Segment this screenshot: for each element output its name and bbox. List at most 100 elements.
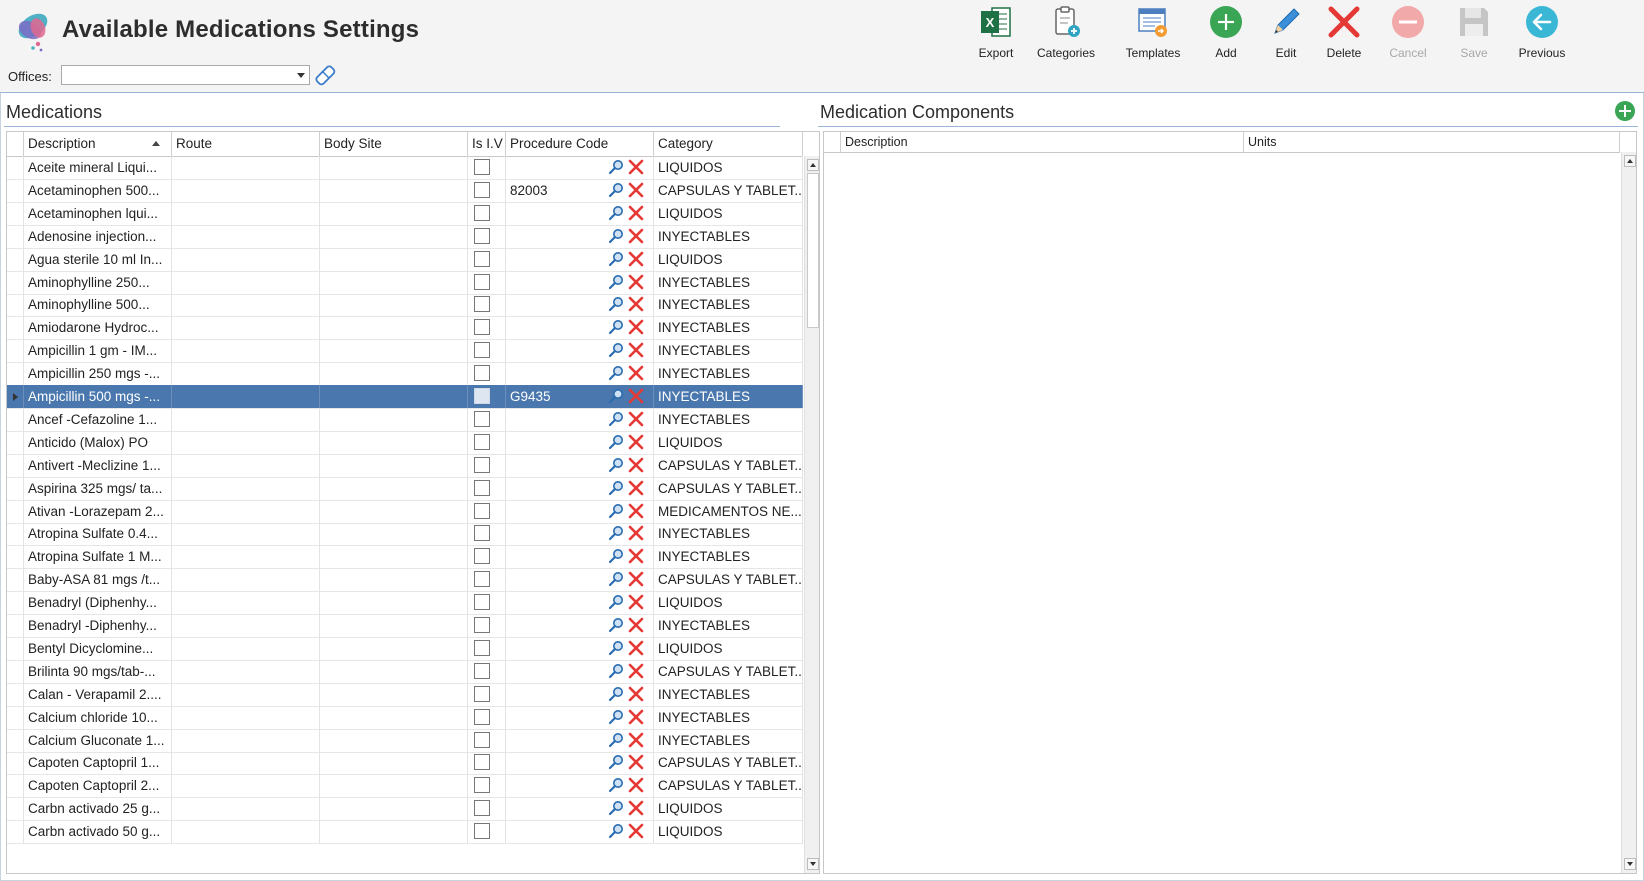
cell-procedure-code[interactable] (506, 682, 654, 706)
search-procedure-icon[interactable] (608, 182, 624, 198)
cell-description[interactable]: Calcium Gluconate 1... (24, 728, 172, 752)
cell-procedure-code[interactable]: 82003 (506, 178, 654, 202)
search-procedure-icon[interactable] (608, 640, 624, 656)
is-iv-checkbox[interactable] (474, 754, 490, 771)
search-procedure-icon[interactable] (608, 342, 624, 358)
clear-procedure-icon[interactable] (628, 296, 644, 312)
medications-scrollbar[interactable] (804, 156, 819, 873)
cell-route[interactable] (172, 156, 320, 179)
table-row[interactable]: Acetaminophen lqui... LIQUIDOS (7, 201, 803, 226)
components-scroll-down-button[interactable] (1624, 858, 1636, 870)
cell-route[interactable] (172, 568, 320, 592)
row-indicator[interactable] (7, 545, 24, 569)
cell-description[interactable]: Ampicillin 1 gm - IM... (24, 339, 172, 363)
cell-body-site[interactable] (320, 751, 468, 775)
cell-route[interactable] (172, 201, 320, 225)
row-indicator[interactable] (7, 339, 24, 363)
cell-body-site[interactable] (320, 430, 468, 454)
cell-route[interactable] (172, 224, 320, 248)
components-scroll-up-button[interactable] (1624, 155, 1636, 167)
cell-procedure-code[interactable] (506, 659, 654, 683)
cell-body-site[interactable] (320, 820, 468, 844)
cell-description[interactable]: Ampicillin 500 mgs -... (24, 385, 172, 408)
cell-description[interactable]: Agua sterile 10 ml In... (24, 247, 172, 271)
cell-category[interactable]: CAPSULAS Y TABLET... (654, 659, 803, 683)
row-indicator[interactable] (7, 201, 24, 225)
clear-procedure-icon[interactable] (628, 228, 644, 244)
cell-body-site[interactable] (320, 636, 468, 660)
search-procedure-icon[interactable] (608, 777, 624, 793)
cell-description[interactable]: Amiodarone Hydroc... (24, 316, 172, 340)
cell-description[interactable]: Adenosine injection... (24, 224, 172, 248)
clear-procedure-icon[interactable] (628, 754, 644, 770)
cell-category[interactable]: INYECTABLES (654, 728, 803, 752)
cell-procedure-code[interactable] (506, 156, 654, 179)
row-indicator[interactable] (7, 476, 24, 500)
cell-route[interactable] (172, 751, 320, 775)
cell-category[interactable]: INYECTABLES (654, 293, 803, 317)
clear-procedure-icon[interactable] (628, 434, 644, 450)
cell-description[interactable]: Capoten Captopril 1... (24, 751, 172, 775)
cell-procedure-code[interactable] (506, 568, 654, 592)
cell-description[interactable]: Acetaminophen lqui... (24, 201, 172, 225)
scroll-up-button[interactable] (807, 159, 819, 171)
cell-body-site[interactable] (320, 499, 468, 523)
cell-route[interactable] (172, 591, 320, 615)
cell-procedure-code[interactable] (506, 453, 654, 477)
cell-category[interactable]: INYECTABLES (654, 614, 803, 637)
eraser-icon[interactable] (312, 62, 338, 88)
is-iv-checkbox[interactable] (474, 433, 490, 450)
cell-category[interactable]: INYECTABLES (654, 682, 803, 706)
cell-body-site[interactable] (320, 247, 468, 271)
cell-description[interactable]: Antivert -Meclizine 1... (24, 453, 172, 477)
search-procedure-icon[interactable] (608, 548, 624, 564)
table-row[interactable]: Amiodarone Hydroc... INYECTABLES (7, 316, 803, 341)
search-procedure-icon[interactable] (608, 800, 624, 816)
table-row[interactable]: Benadryl -Diphenhy... INYECTABLES (7, 614, 803, 638)
scroll-thumb[interactable] (807, 173, 819, 328)
is-iv-checkbox[interactable] (474, 777, 490, 794)
is-iv-checkbox[interactable] (474, 296, 490, 313)
cell-route[interactable] (172, 659, 320, 683)
cell-category[interactable]: LIQUIDOS (654, 797, 803, 821)
cell-category[interactable]: CAPSULAS Y TABLET... (654, 178, 803, 202)
is-iv-checkbox[interactable] (474, 823, 490, 840)
table-row[interactable]: Ampicillin 500 mgs -... G9435 INYECTABLES (7, 385, 803, 409)
is-iv-checkbox[interactable] (474, 456, 490, 473)
add-component-icon[interactable] (1614, 100, 1636, 122)
table-row[interactable]: Carbn activado 50 g... LIQUIDOS (7, 820, 803, 845)
cell-route[interactable] (172, 499, 320, 523)
cell-route[interactable] (172, 316, 320, 340)
is-iv-checkbox[interactable] (474, 800, 490, 817)
cell-route[interactable] (172, 545, 320, 569)
clear-procedure-icon[interactable] (628, 388, 644, 404)
is-iv-checkbox[interactable] (474, 250, 490, 267)
cell-description[interactable]: Aminophylline 500... (24, 293, 172, 317)
cell-description[interactable]: Calan - Verapamil 2.... (24, 682, 172, 706)
is-iv-checkbox[interactable] (474, 319, 490, 336)
cell-body-site[interactable] (320, 270, 468, 294)
is-iv-checkbox[interactable] (474, 204, 490, 221)
cell-category[interactable]: INYECTABLES (654, 705, 803, 729)
row-indicator[interactable] (7, 430, 24, 454)
table-row[interactable]: Capoten Captopril 1... CAPSULAS Y TABLET.… (7, 751, 803, 776)
cell-route[interactable] (172, 476, 320, 500)
row-indicator[interactable] (7, 156, 24, 179)
cell-description[interactable]: Aminophylline 250... (24, 270, 172, 294)
is-iv-checkbox[interactable] (474, 365, 490, 382)
cell-procedure-code[interactable] (506, 728, 654, 752)
search-procedure-icon[interactable] (608, 251, 624, 267)
row-indicator[interactable] (7, 774, 24, 798)
table-row[interactable]: Bentyl Dicyclomine... LIQUIDOS (7, 636, 803, 661)
cell-category[interactable]: CAPSULAS Y TABLET... (654, 751, 803, 775)
cell-body-site[interactable] (320, 797, 468, 821)
search-procedure-icon[interactable] (608, 571, 624, 587)
cell-description[interactable]: Brilinta 90 mgs/tab-... (24, 659, 172, 683)
search-procedure-icon[interactable] (608, 754, 624, 770)
table-row[interactable]: Ampicillin 250 mgs -... INYECTABLES (7, 362, 803, 387)
row-indicator[interactable] (7, 705, 24, 729)
cell-route[interactable] (172, 614, 320, 637)
cell-body-site[interactable] (320, 339, 468, 363)
clear-procedure-icon[interactable] (628, 159, 644, 175)
search-procedure-icon[interactable] (608, 617, 624, 633)
